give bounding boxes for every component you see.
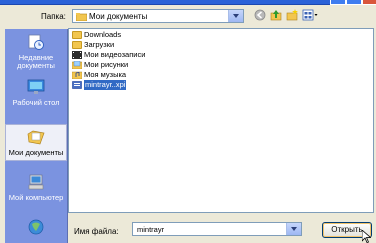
place-label: Недавние документы (17, 53, 55, 70)
maximize-button[interactable] (346, 0, 362, 5)
view-menu-icon[interactable] (302, 9, 318, 21)
place-network[interactable] (5, 219, 67, 239)
place-label: Рабочий стол (12, 98, 60, 107)
place-label: Мои документы (8, 148, 64, 157)
close-button[interactable] (362, 0, 376, 5)
list-item[interactable]: Мои рисунки (72, 60, 128, 70)
chevron-down-icon (233, 14, 239, 18)
recent-documents-icon (28, 34, 44, 50)
file-name: Моя музыка (84, 70, 127, 79)
new-folder-icon[interactable] (286, 9, 298, 21)
desktop-icon (27, 79, 45, 94)
filename-value: mintrayr (137, 225, 165, 234)
look-in-label: Папка: (41, 12, 66, 21)
chevron-down-icon (291, 227, 297, 231)
list-item[interactable]: Мои видеозаписи (72, 50, 145, 60)
video-folder-icon (72, 51, 82, 59)
filename-label: Имя файла: (74, 227, 119, 236)
mouse-cursor-icon (362, 230, 371, 243)
place-label: Мой компьютер (8, 193, 64, 202)
place-recent-documents[interactable]: Недавние документы (5, 34, 67, 70)
filename-input[interactable]: mintrayr (132, 222, 302, 236)
folder-icon (72, 41, 82, 49)
file-name: Мои рисунки (84, 60, 129, 69)
title-bar (0, 0, 376, 5)
places-bar: Недавние документы Рабочий стол Мои доку… (5, 29, 68, 243)
network-places-icon (28, 219, 44, 235)
folder-icon (72, 31, 82, 39)
folder-icon (76, 13, 87, 21)
my-documents-icon (27, 130, 45, 145)
file-icon (72, 81, 82, 89)
place-my-documents[interactable]: Мои документы (5, 124, 67, 161)
list-item[interactable]: Downloads (72, 30, 121, 40)
file-list[interactable]: Downloads Загрузки Мои видеозаписи Мои р… (68, 28, 374, 213)
place-my-computer[interactable]: Мой компьютер (5, 174, 67, 202)
place-desktop[interactable]: Рабочий стол (5, 79, 67, 107)
list-item[interactable]: mintrayr..xpi (72, 80, 127, 90)
back-icon[interactable] (254, 9, 266, 21)
music-folder-icon (72, 71, 82, 79)
look-in-combo[interactable]: Мои документы (72, 9, 244, 23)
file-name: mintrayr..xpi (84, 80, 127, 90)
list-item[interactable]: Загрузки (72, 40, 114, 50)
file-name: Мои видеозаписи (84, 50, 146, 59)
pictures-folder-icon (72, 61, 82, 69)
list-item[interactable]: Моя музыка (72, 70, 126, 80)
file-name: Загрузки (84, 40, 115, 49)
look-in-value: Мои документы (89, 12, 148, 21)
filename-dropdown-button[interactable] (286, 223, 301, 235)
look-in-dropdown-button[interactable] (228, 10, 243, 22)
up-folder-icon[interactable] (270, 9, 282, 21)
file-name: Downloads (84, 30, 122, 39)
minimize-button[interactable] (330, 0, 346, 5)
my-computer-icon (28, 174, 44, 190)
